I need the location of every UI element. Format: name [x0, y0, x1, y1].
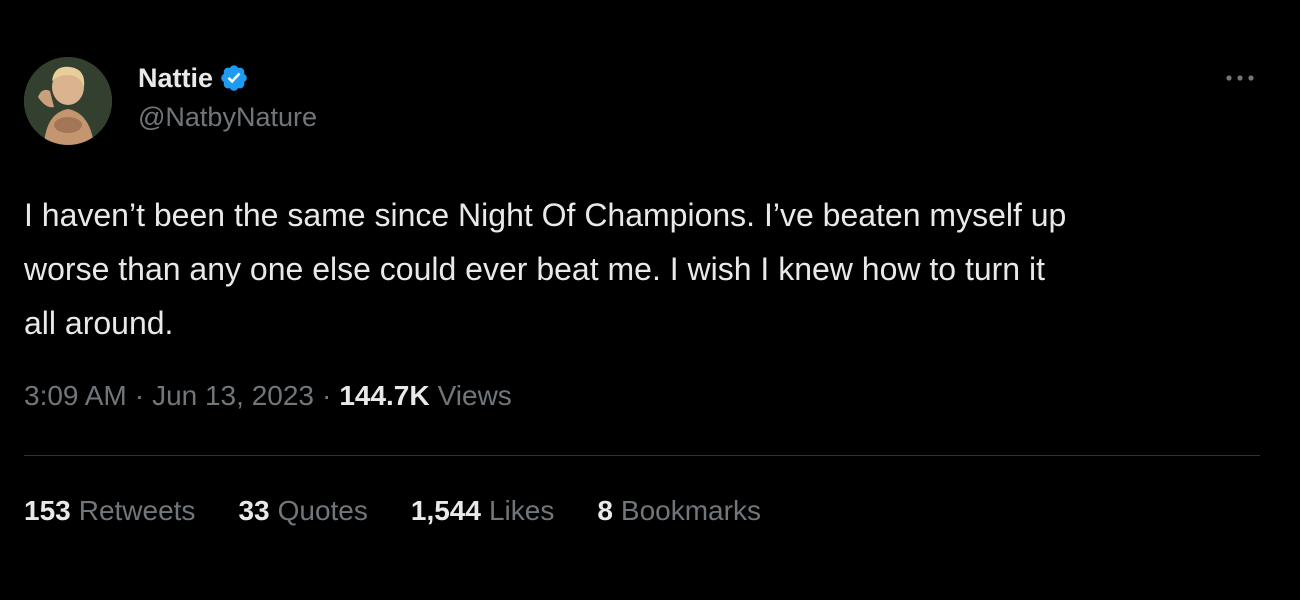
- user-handle[interactable]: @NatbyNature: [138, 102, 317, 133]
- quotes-label: Quotes: [277, 495, 368, 526]
- views-label: Views: [437, 380, 512, 411]
- tweet-meta: 3:09 AM · Jun 13, 2023 · 144.7K Views: [24, 380, 512, 412]
- author-block: Nattie @NatbyNature: [138, 60, 317, 133]
- likes-stat[interactable]: 1,544 Likes: [411, 495, 554, 527]
- bookmarks-stat[interactable]: 8 Bookmarks: [597, 495, 761, 527]
- quotes-stat[interactable]: 33 Quotes: [238, 495, 367, 527]
- bookmarks-label: Bookmarks: [620, 495, 761, 526]
- views-count: 144.7K: [339, 380, 430, 411]
- meta-separator: ·: [321, 380, 332, 411]
- engagement-stats: 153 Retweets 33 Quotes 1,544 Likes 8 Boo…: [24, 495, 804, 527]
- quotes-count: 33: [238, 495, 270, 526]
- likes-label: Likes: [488, 495, 555, 526]
- tweet-text: I haven’t been the same since Night Of C…: [24, 197, 1067, 341]
- tweet-date[interactable]: Jun 13, 2023: [152, 380, 314, 412]
- avatar[interactable]: [24, 57, 112, 145]
- retweets-stat[interactable]: 153 Retweets: [24, 495, 195, 527]
- name-row: Nattie: [138, 60, 317, 96]
- more-horizontal-icon: [1226, 75, 1254, 81]
- more-options-button[interactable]: [1222, 64, 1258, 92]
- display-name[interactable]: Nattie: [138, 63, 213, 94]
- bookmarks-count: 8: [597, 495, 613, 526]
- divider: [24, 455, 1260, 456]
- tweet-card: Nattie @NatbyNature I haven’t been the s…: [0, 0, 1300, 600]
- tweet-time[interactable]: 3:09 AM: [24, 380, 127, 412]
- likes-count: 1,544: [410, 495, 481, 526]
- meta-separator: ·: [134, 380, 145, 411]
- profile-photo-icon: [24, 57, 112, 145]
- verified-badge-icon[interactable]: [219, 63, 249, 93]
- retweets-label: Retweets: [78, 495, 196, 526]
- retweets-count: 153: [24, 495, 71, 526]
